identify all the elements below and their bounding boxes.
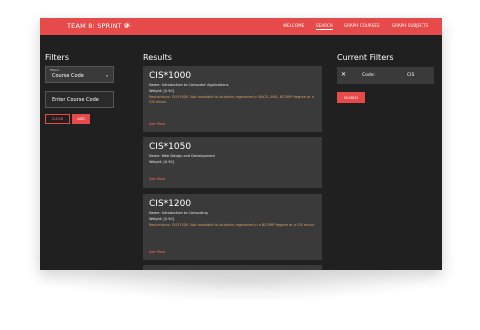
course-card: CIS*1050 Name: Web Design and Developmen… xyxy=(143,137,322,188)
course-code: CIS*1200 xyxy=(149,199,192,209)
filter-key: Code: xyxy=(362,73,376,78)
nav-graph-courses[interactable]: GRAPH COURSES xyxy=(344,23,380,28)
course-name: Name: Web Design and Development xyxy=(149,154,215,158)
current-filters-title: Current Filters xyxy=(337,53,394,62)
current-filter-row: ✕ Code: CIS xyxy=(337,67,434,84)
course-restriction: Restrictions: CIS*1000. Not available to… xyxy=(149,95,314,104)
brand-title[interactable]: TEAM 8: SPRINT 9 xyxy=(67,22,128,30)
course-card: CIS*1200 Name: Introduction to Computing… xyxy=(143,194,322,260)
top-navbar: TEAM 8: SPRINT 9 ☀ WELCOME SEARCH GRAPH … xyxy=(40,18,442,35)
course-name: Name: Introduction to Computer Applicati… xyxy=(149,83,229,87)
results-title: Results xyxy=(143,53,172,62)
nav-search[interactable]: SEARCH xyxy=(316,23,333,30)
course-restriction: Restrictions: CIS*1200. Not available to… xyxy=(149,223,315,227)
chevron-down-icon: ▾ xyxy=(105,73,108,78)
course-weight: Weight: [0.50] xyxy=(149,217,175,221)
app-window: TEAM 8: SPRINT 9 ☀ WELCOME SEARCH GRAPH … xyxy=(40,18,442,270)
close-icon[interactable]: ✕ xyxy=(341,71,346,78)
nav-welcome[interactable]: WELCOME xyxy=(283,23,304,28)
filter-type-select[interactable]: Filters Course Code ▾ xyxy=(45,66,114,83)
sun-icon[interactable]: ☀ xyxy=(124,20,131,32)
course-code-input[interactable]: Enter Course Code xyxy=(45,91,114,108)
course-weight: Weight: [0.50] xyxy=(149,89,175,93)
see-more-link[interactable]: See More xyxy=(149,250,165,254)
nav-graph-subjects[interactable]: GRAPH SUBJECTS xyxy=(392,23,428,28)
course-code-input-text: Enter Course Code xyxy=(52,97,99,103)
select-label: Filters xyxy=(50,68,59,72)
filters-title: Filters xyxy=(45,53,69,62)
filter-value: CIS xyxy=(407,73,415,78)
see-more-link[interactable]: See More xyxy=(149,122,165,126)
search-button[interactable]: SEARCH xyxy=(337,92,365,103)
course-name: Name: Introduction to Computing xyxy=(149,211,208,215)
course-card-partial xyxy=(143,265,322,270)
course-code: CIS*1050 xyxy=(149,142,192,152)
course-weight: Weight: [0.50] xyxy=(149,160,175,164)
add-button[interactable]: ADD xyxy=(72,114,90,124)
see-more-link[interactable]: See More xyxy=(149,177,165,181)
course-card: CIS*1000 Name: Introduction to Computer … xyxy=(143,66,322,132)
course-code: CIS*1000 xyxy=(149,71,192,81)
clear-button[interactable]: CLEAR xyxy=(45,114,70,124)
select-value: Course Code xyxy=(52,73,84,79)
